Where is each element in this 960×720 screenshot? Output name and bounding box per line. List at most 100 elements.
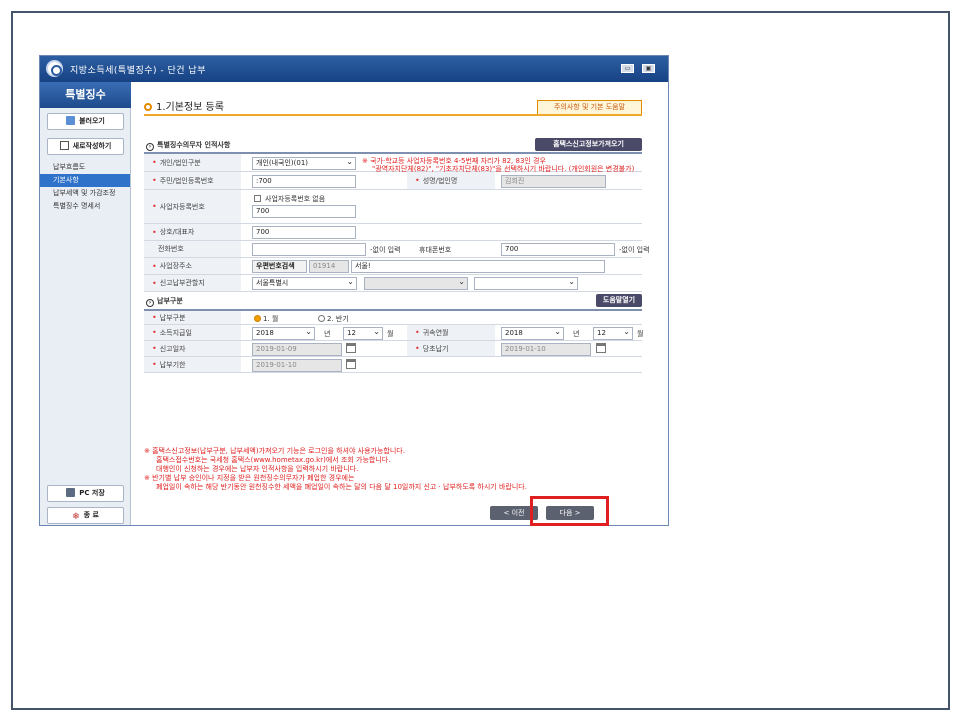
- form-row: • 납부구분 1. 월 2. 반기: [144, 311, 642, 325]
- pay-month-label: • 소득지급일: [144, 325, 241, 340]
- mobile-hint: -없이 입력: [619, 246, 650, 254]
- circle-arrow-icon: ›: [146, 143, 154, 151]
- form-row: • 사업장주소 우편번호검색 01914 서울!: [144, 258, 642, 275]
- load-button-label: 불러오기: [79, 117, 105, 125]
- report-date-input[interactable]: 2019-01-09: [252, 343, 342, 356]
- report-date-label: • 신고일자: [144, 341, 241, 356]
- minimize-button[interactable]: ▭: [621, 64, 634, 73]
- no-bizno-checkbox[interactable]: [254, 195, 261, 202]
- type-label: • 개인/법인구분: [144, 154, 241, 171]
- section-title: 1.기본정보 등록: [144, 98, 224, 113]
- phone-input[interactable]: [252, 243, 366, 256]
- address-label: • 사업장주소: [144, 258, 241, 274]
- payer-section-text: 특별징수의무자 인적사항: [157, 141, 231, 149]
- radio-icon: [318, 315, 325, 322]
- load-button[interactable]: 불러오기: [47, 113, 124, 130]
- form-row: • 납부기한 2019-01-10: [144, 357, 642, 373]
- pay-year-select[interactable]: 2018: [252, 327, 315, 340]
- type-select[interactable]: 개인(내국인)(01): [252, 157, 356, 170]
- attr-label: • 귀속연월: [407, 325, 495, 340]
- trade-label: • 상호/대표자: [144, 224, 241, 240]
- payment-form: •납부구분 1. 월 2. 반기 •소득지급일 2018 년 12 월 •귀속연…: [144, 309, 644, 379]
- mobile-input[interactable]: 700: [501, 243, 615, 256]
- highlight-box: [530, 496, 609, 526]
- address-input[interactable]: 서울!: [351, 260, 605, 273]
- sidebar-header: 특별징수: [40, 82, 131, 108]
- pay-type-label: • 납부구분: [144, 311, 241, 324]
- due-label: • 당초납기: [407, 341, 495, 356]
- form-row: •개인/법인구분 개인(내국인)(01) ※ 국가·학교등 사업자등록번호 4-…: [144, 154, 642, 173]
- app-logo-icon: [46, 60, 63, 77]
- sidebar-item-flow[interactable]: 납부흐름도: [40, 161, 130, 174]
- save-icon: [66, 488, 76, 497]
- exit-button[interactable]: ❄ 종 료: [47, 507, 124, 524]
- deadline-input[interactable]: 2019-01-10: [252, 359, 342, 372]
- exit-icon: ❄: [72, 512, 80, 522]
- attr-year-select[interactable]: 2018: [501, 327, 564, 340]
- attr-month-unit: 월: [637, 330, 644, 338]
- bizno-input[interactable]: 700: [252, 205, 356, 218]
- sidebar: 특별징수 불러오기 새로작성하기 납부흐름도 기본사항 납부세액 및 가감조정 …: [40, 82, 131, 525]
- folder-icon: [66, 116, 76, 125]
- payment-section-title: › 납부구분: [146, 296, 183, 307]
- payer-section-title: › 특별징수의무자 인적사항: [146, 140, 230, 151]
- window-title: 지방소득세(특별징수) - 단건 납부: [70, 66, 206, 76]
- name-label: • 성명/법인명: [407, 172, 495, 189]
- calendar-icon[interactable]: [596, 343, 606, 353]
- office-label: • 신고납부관할지: [144, 275, 241, 291]
- help-link[interactable]: 주의사항 및 기본 도움말: [537, 100, 642, 115]
- mobile-label: 휴대폰번호: [419, 246, 452, 254]
- due-date-input[interactable]: 2019-01-10: [501, 343, 591, 356]
- document-icon: [59, 141, 69, 150]
- new-button-label: 새로작성하기: [72, 142, 112, 150]
- sidebar-item-tax-adjust[interactable]: 납부세액 및 가감조정: [40, 187, 130, 200]
- name-input[interactable]: 김희진: [501, 175, 606, 188]
- calendar-icon[interactable]: [346, 359, 356, 369]
- office-select-3[interactable]: [474, 277, 578, 290]
- main-content: 1.기본정보 등록 주의사항 및 기본 도움말 › 특별징수의무자 인적사항 홈택…: [132, 82, 668, 525]
- office-select-2[interactable]: [364, 277, 468, 290]
- form-row: •소득지급일 2018 년 12 월 •귀속연월 2018 년 12 월: [144, 325, 644, 341]
- maximize-button[interactable]: ▣: [642, 64, 655, 73]
- radio-selected-icon: [254, 315, 261, 322]
- zip-search-button[interactable]: 우편번호검색: [252, 260, 307, 273]
- bizno-label: • 사업자등록번호: [144, 190, 241, 223]
- pc-save-label: PC 저장: [79, 489, 105, 497]
- regno-input[interactable]: :700: [252, 175, 356, 188]
- exit-label: 종 료: [83, 511, 99, 519]
- no-bizno-label: 사업자등록번호 없음: [265, 195, 326, 203]
- circle-arrow-icon: ›: [146, 299, 154, 307]
- attr-year-unit: 년: [573, 330, 580, 338]
- calendar-icon[interactable]: [346, 343, 356, 353]
- year-unit: 년: [324, 330, 331, 338]
- pay-type-option-monthly[interactable]: 1. 월: [254, 314, 278, 324]
- regno-label: • 주민/법인등록번호: [144, 172, 241, 189]
- section-title-text: 1.기본정보 등록: [156, 102, 224, 113]
- sidebar-item-basic[interactable]: 기본사항: [40, 174, 130, 187]
- pc-save-button[interactable]: PC 저장: [47, 485, 124, 502]
- office-select-1[interactable]: 서울특별시: [252, 277, 357, 290]
- pay-month-select[interactable]: 12: [343, 327, 383, 340]
- hometax-import-button[interactable]: 홈택스신고정보가져오기: [535, 138, 642, 151]
- attr-month-select[interactable]: 12: [593, 327, 633, 340]
- notice-text: ※ 홈택스신고정보(납부구분, 납부세액)가져오기 기능은 로그인을 하셔야 사…: [144, 447, 527, 491]
- phone-hint: -없이 입력: [370, 246, 401, 254]
- deadline-label: • 납부기한: [144, 357, 241, 372]
- sidebar-item-statement[interactable]: 특별징수 명세서: [40, 200, 130, 213]
- form-row: • 신고일자 2019-01-09 • 당초납기 2019-01-10: [144, 341, 642, 357]
- form-row: • 사업자등록번호 사업자등록번호 없음 700: [144, 190, 642, 224]
- trade-input[interactable]: 700: [252, 226, 356, 239]
- payment-section-text: 납부구분: [157, 297, 183, 305]
- new-document-button[interactable]: 새로작성하기: [47, 138, 124, 155]
- month-unit: 월: [387, 330, 394, 338]
- app-window: 지방소득세(특별징수) - 단건 납부 ▭ ▣ 특별징수 불러오기 새로작성하기…: [39, 55, 669, 526]
- form-row: • 상호/대표자 700: [144, 224, 642, 241]
- form-row: 전화번호 -없이 입력 휴대폰번호 700 -없이 입력: [144, 241, 650, 258]
- title-divider: [144, 114, 642, 116]
- form-row: • 신고납부관할지 서울특별시: [144, 275, 642, 292]
- zip-input[interactable]: 01914: [309, 260, 349, 273]
- form-row: • 주민/법인등록번호 :700 • 성명/법인명 김희진: [144, 172, 642, 190]
- pay-type-option-half[interactable]: 2. 반기: [318, 314, 349, 324]
- circle-bullet-icon: [144, 103, 152, 111]
- help-open-button[interactable]: 도움말열기: [596, 294, 642, 307]
